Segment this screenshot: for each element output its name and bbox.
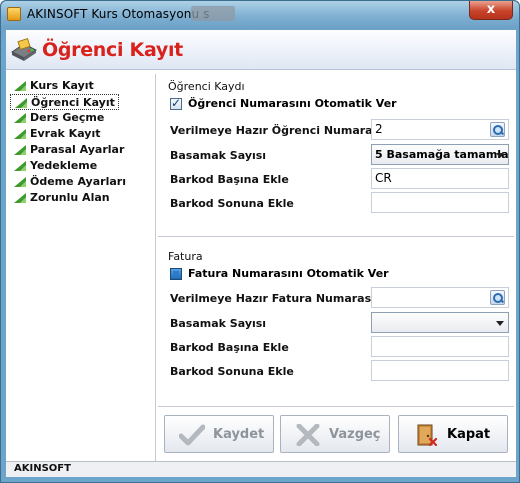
settings-tree: Kurs Kayıt Öğrenci Kayıt Ders Geçme Evra… (6, 74, 156, 474)
fatura-suffix-label: Barkod Sonuna Ekle (170, 365, 294, 378)
ogrenci-next-number-input[interactable]: 2 (371, 119, 509, 140)
fatura-auto-number-checkbox[interactable]: Fatura Numarasını Otomatik Ver (170, 267, 389, 283)
ogrenci-suffix-label: Barkod Sonuna Ekle (170, 197, 294, 210)
tree-node-icon (14, 177, 26, 187)
page-title: Öğrenci Kayıt (42, 39, 183, 61)
ogrenci-digits-label: Basamak Sayısı (170, 149, 267, 162)
close-button[interactable]: Kapat (398, 415, 508, 453)
tree-item-label: Yedekleme (30, 159, 98, 172)
search-icon[interactable] (490, 290, 505, 305)
tree-item-parasal-ayarlar[interactable]: Parasal Ayarlar (10, 142, 124, 158)
tree-item-label: Ders Geçme (30, 111, 105, 124)
settings-panel: Öğrenci Kaydı Öğrenci Numarasını Otomati… (158, 74, 514, 434)
cancel-button-label: Vazgeç (329, 427, 381, 442)
redacted-title-part (191, 6, 235, 21)
card-reader-icon (11, 38, 37, 61)
app-icon (7, 7, 21, 21)
tree-item-ders-gecme[interactable]: Ders Geçme (10, 110, 104, 126)
checkbox-label: Öğrenci Numarasını Otomatik Ver (188, 97, 397, 110)
title-bar[interactable]: AKINSOFT Kurs Otomasyonu s x (1, 1, 519, 29)
ogrenci-prefix-input[interactable]: CR (371, 168, 509, 189)
status-text: AKINSOFT (14, 463, 71, 474)
tree-item-label: Ödeme Ayarları (30, 175, 126, 188)
section-divider (158, 236, 514, 237)
application-window: AKINSOFT Kurs Otomasyonu s x Öğrenci Kay… (0, 0, 520, 483)
tree-node-icon (14, 193, 26, 203)
fatura-prefix-input[interactable] (371, 336, 509, 357)
button-bar: Kaydet Vazgeç Kapat (158, 406, 514, 456)
page-header: Öğrenci Kayıt (6, 30, 516, 70)
tree-item-label: Parasal Ayarlar (30, 143, 125, 156)
status-bar: AKINSOFT (6, 461, 516, 477)
fatura-next-number-label: Verilmeye Hazır Fatura Numarası (170, 292, 375, 305)
tree-item-yedekleme[interactable]: Yedekleme (10, 158, 97, 174)
ogrenci-suffix-input[interactable] (371, 192, 509, 213)
tree-node-icon (14, 161, 26, 171)
chevron-down-icon[interactable] (496, 153, 504, 158)
ogrenci-next-number-label: Verilmeye Hazır Öğrenci Numarası (170, 124, 383, 137)
chevron-down-icon[interactable] (496, 321, 504, 326)
section-title-fatura: Fatura (168, 250, 203, 263)
ogrenci-auto-number-checkbox[interactable]: Öğrenci Numarasını Otomatik Ver (170, 96, 397, 113)
ogrenci-prefix-label: Barkod Başına Ekle (170, 173, 289, 186)
tree-item-kurs-kayit[interactable]: Kurs Kayıt (10, 78, 94, 94)
checkbox-box[interactable] (170, 96, 182, 110)
ogrenci-prefix-value: CR (375, 171, 392, 185)
checkmark-icon (179, 424, 205, 446)
fatura-digits-label: Basamak Sayısı (170, 317, 267, 330)
tree-node-icon (15, 98, 27, 108)
ogrenci-digits-value: 5 Basamağa tamamla (375, 148, 509, 161)
door-exit-icon (417, 424, 438, 446)
checkbox-box[interactable] (170, 268, 182, 280)
tree-item-label: Evrak Kayıt (30, 127, 101, 140)
tree-node-icon (14, 129, 26, 139)
section-title-ogrenci: Öğrenci Kaydı (168, 80, 245, 93)
cross-icon (296, 424, 320, 446)
tree-node-icon (14, 145, 26, 155)
window-close-button[interactable]: x (469, 1, 513, 20)
tree-item-label: Kurs Kayıt (30, 79, 94, 92)
search-icon[interactable] (490, 122, 505, 137)
close-button-label: Kapat (447, 427, 491, 442)
tree-node-icon (14, 113, 26, 123)
tree-item-ogrenci-kayit[interactable]: Öğrenci Kayıt (10, 94, 119, 110)
checkbox-label: Fatura Numarasını Otomatik Ver (188, 267, 389, 280)
save-button-label: Kaydet (213, 427, 265, 442)
cancel-button[interactable]: Vazgeç (280, 415, 390, 453)
tree-node-icon (14, 81, 26, 91)
fatura-prefix-label: Barkod Başına Ekle (170, 341, 289, 354)
tree-item-odeme-ayarlari[interactable]: Ödeme Ayarları (10, 174, 126, 190)
tree-item-label: Zorunlu Alan (30, 191, 110, 204)
fatura-digits-select[interactable] (371, 312, 509, 333)
tree-item-zorunlu-alan[interactable]: Zorunlu Alan (10, 190, 110, 206)
fatura-suffix-input[interactable] (371, 360, 509, 381)
window-title: AKINSOFT Kurs Otomasyonu s (27, 7, 210, 21)
tree-item-label: Öğrenci Kayıt (31, 96, 115, 109)
fatura-next-number-input[interactable] (371, 287, 509, 308)
client-area: Öğrenci Kayıt Kurs Kayıt Öğrenci Kayıt D… (6, 30, 516, 477)
ogrenci-next-number-value: 2 (375, 122, 383, 136)
tree-item-evrak-kayit[interactable]: Evrak Kayıt (10, 126, 101, 142)
ogrenci-digits-select[interactable]: 5 Basamağa tamamla (371, 144, 509, 165)
save-button[interactable]: Kaydet (164, 415, 274, 453)
